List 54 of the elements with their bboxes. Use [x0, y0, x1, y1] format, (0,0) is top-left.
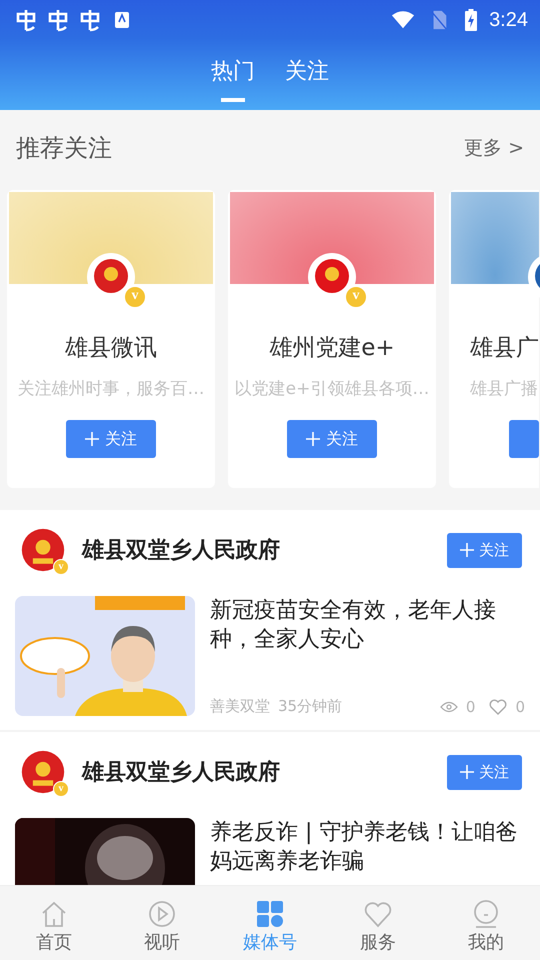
plus-icon [85, 432, 99, 446]
notification-icon [78, 8, 102, 32]
follow-button[interactable]: 关注 [66, 420, 156, 458]
more-link[interactable]: 更多 > [464, 135, 524, 161]
like-count: 0 [515, 698, 525, 716]
follow-button[interactable]: 关注 [447, 532, 522, 568]
plus-icon [460, 543, 474, 557]
nav-tab[interactable]: 服务 [324, 886, 432, 960]
emblem-icon [20, 749, 66, 795]
account-name: 雄县广 [469, 334, 539, 363]
account-name: 雄县双堂乡人民政府 [82, 536, 281, 565]
article-source: 善美双堂 [210, 697, 270, 716]
account-name: 雄县双堂乡人民政府 [82, 758, 281, 787]
keyboard-icon [114, 11, 130, 29]
account-card[interactable]: v 雄州党建e+ 以党建e+引领雄县各项… 关注 [228, 190, 436, 488]
article-title[interactable]: 新冠疫苗安全有效，老年人接种，全家人安心 [210, 596, 525, 654]
wifi-icon [391, 10, 416, 30]
follow-button[interactable]: 关注 [447, 754, 522, 790]
nav-tab[interactable]: 我的 [432, 886, 540, 960]
feed-tab[interactable]: 关注 [277, 52, 337, 102]
nav-tab[interactable]: 首页 [0, 886, 108, 960]
account-name: 雄县微讯 [65, 334, 157, 363]
account-description: 以党建e+引领雄县各项… [234, 378, 430, 400]
emblem-icon [20, 527, 66, 573]
follow-button[interactable]: 关注 [287, 420, 377, 458]
home-icon [40, 900, 68, 928]
verified-badge: v [345, 286, 367, 308]
eye-icon [440, 700, 458, 712]
verified-badge: v [124, 286, 146, 308]
notification-icon [46, 8, 70, 32]
user-icon [472, 900, 500, 928]
notification-icon [14, 8, 38, 32]
play-icon [148, 900, 176, 928]
verified-badge: v [53, 559, 69, 575]
section-title: 推荐关注 [16, 133, 112, 164]
article-title[interactable]: 养老反诈 | 守护养老钱！让咱爸妈远离养老诈骗 [210, 818, 525, 876]
account-card[interactable]: 雄县广 雄县广播 [449, 190, 539, 488]
feed-tab[interactable]: 热门 [203, 52, 263, 102]
account-card[interactable]: v 雄县微讯 关注雄州时事，服务百… 关注 [7, 190, 215, 488]
nav-tab[interactable]: 媒体号 [216, 886, 324, 960]
nav-tab[interactable]: 视听 [108, 886, 216, 960]
battery-icon [465, 9, 478, 31]
clock-time: 3:24 [489, 8, 528, 32]
plus-icon [306, 432, 320, 446]
account-description: 雄县广播 [469, 378, 538, 400]
account-name: 雄州党建e+ [269, 334, 395, 363]
heart-icon[interactable] [489, 698, 508, 714]
plus-icon [460, 765, 474, 779]
heart-icon [364, 900, 392, 928]
article-time: 35分钟前 [278, 697, 342, 716]
verified-badge: v [53, 781, 69, 797]
view-count: 0 [466, 698, 476, 716]
account-description: 关注雄州时事，服务百… [18, 378, 204, 400]
grid-icon [256, 900, 284, 928]
